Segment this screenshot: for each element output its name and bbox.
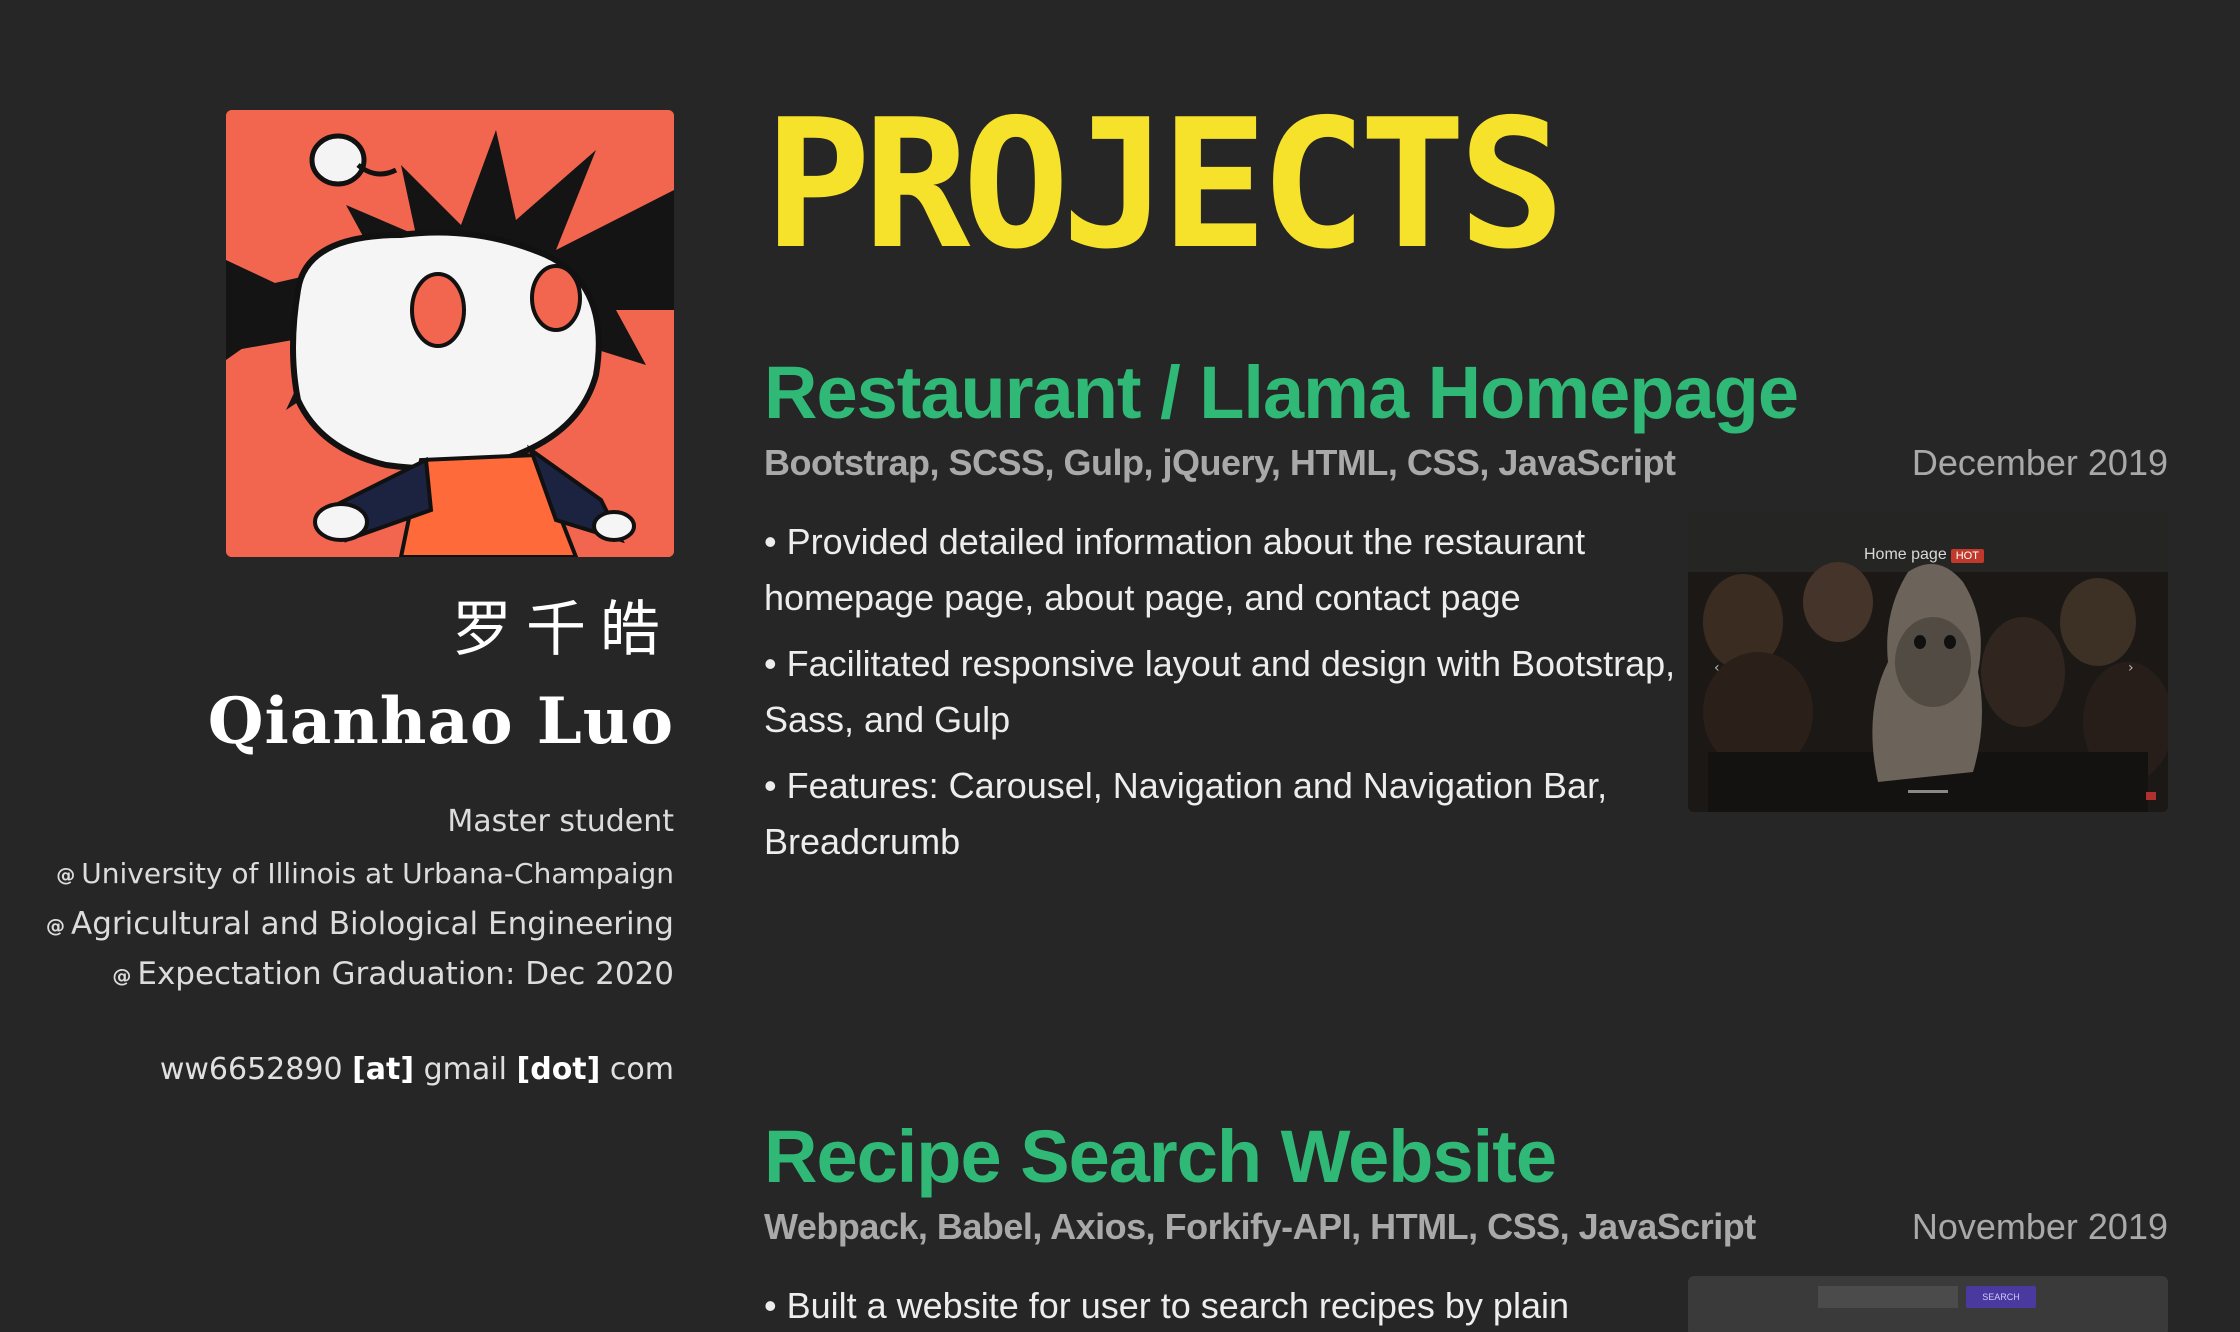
email-domain: gmail — [423, 1052, 507, 1087]
project-meta: Bootstrap, SCSS, Gulp, jQuery, HTML, CSS… — [764, 442, 2204, 492]
email-at: [at] — [352, 1052, 415, 1087]
at-sign-icon: @ — [56, 864, 76, 886]
search-button: SEARCH — [1966, 1286, 2036, 1308]
project-card: Restaurant / Llama Homepage Bootstrap, S… — [764, 348, 2204, 880]
projects-main: PROJECTS Restaurant / Llama Homepage Boo… — [764, 0, 2204, 1332]
project-tech-stack: Bootstrap, SCSS, Gulp, jQuery, HTML, CSS… — [764, 442, 1676, 483]
project-card: Recipe Search Website Webpack, Babel, Ax… — [764, 1112, 2204, 1332]
name-english: Qianhao Luo — [207, 684, 674, 759]
project-thumbnail[interactable]: ‹ › Home page HOT — [1688, 512, 2168, 812]
thumbnail-caption-text: Home page — [1864, 546, 1947, 563]
thumbnail-caption: Home page HOT — [1864, 546, 1984, 564]
list-item: Features: Carousel, Navigation and Navig… — [764, 758, 1684, 870]
project-tech-stack: Webpack, Babel, Axios, Forkify-API, HTML… — [764, 1206, 1756, 1247]
project-title-link[interactable]: Restaurant / Llama Homepage — [764, 348, 2204, 438]
svg-text:‹: ‹ — [1714, 660, 1720, 676]
project-thumbnail[interactable]: SEARCH — [1688, 1276, 2168, 1332]
portfolio-page: 罗千皓 Qianhao Luo Master student @ Universi… — [0, 0, 2240, 1332]
project-date: November 2019 — [1911, 1206, 2168, 1247]
project-date: December 2019 — [1911, 442, 2168, 483]
email-user: ww6652890 — [159, 1052, 343, 1087]
affiliation-department: @ Agricultural and Biological Engineering — [46, 906, 674, 942]
project-body: Provided detailed information about the … — [764, 512, 2204, 870]
role-text: Master student — [447, 804, 674, 839]
affiliation-label: University of Illinois at Urbana-Champai… — [81, 857, 674, 890]
email-dot: [dot] — [516, 1052, 601, 1087]
email-address: ww6652890 [at] gmail [dot] com — [160, 1052, 674, 1087]
hot-badge: HOT — [1950, 549, 1984, 563]
recipe-site-screenshot — [1688, 1276, 2168, 1332]
svg-text:›: › — [2128, 660, 2134, 676]
avatar — [226, 110, 674, 557]
affiliation-university: @ University of Illinois at Urbana-Champa… — [56, 857, 674, 890]
affiliation-label: Agricultural and Biological Engineering — [71, 906, 674, 942]
affiliation-label: Expectation Graduation: Dec 2020 — [137, 956, 674, 992]
name-chinese: 罗千皓 — [452, 595, 674, 665]
project-bullets: Provided detailed information about the … — [764, 514, 1684, 870]
at-sign-icon: @ — [46, 915, 66, 937]
list-item: Built a website for user to search recip… — [764, 1278, 1684, 1332]
project-bullets: Built a website for user to search recip… — [764, 1278, 1684, 1332]
project-title-link[interactable]: Recipe Search Website — [764, 1112, 2204, 1202]
at-sign-icon: @ — [112, 965, 132, 987]
affiliation-graduation: @ Expectation Graduation: Dec 2020 — [112, 956, 674, 992]
list-item: Facilitated responsive layout and design… — [764, 636, 1684, 748]
list-item: Provided detailed information about the … — [764, 514, 1684, 626]
email-tld: com — [609, 1052, 674, 1087]
cartoon-avatar-icon — [226, 110, 674, 557]
project-meta: Webpack, Babel, Axios, Forkify-API, HTML… — [764, 1206, 2204, 1256]
section-title: PROJECTS — [764, 81, 1565, 288]
project-body: Built a website for user to search recip… — [764, 1276, 2204, 1332]
